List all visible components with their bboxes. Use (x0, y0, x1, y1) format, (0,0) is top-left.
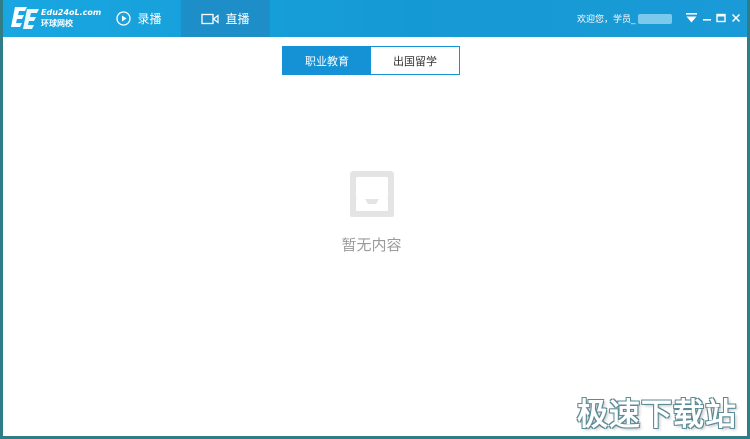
minimize-icon (703, 19, 711, 21)
video-camera-icon (201, 13, 220, 24)
empty-inbox-icon (350, 171, 394, 217)
title-bar: Edu24oL.com 环球网校 录播 直播 欢迎您，学员_ (3, 0, 747, 37)
play-circle-icon (116, 11, 132, 26)
tab-record-label: 录播 (137, 12, 162, 26)
logo-brand-text: 环球网校 (41, 19, 73, 28)
tab-live[interactable]: 直播 (181, 0, 270, 37)
username-redacted (637, 13, 672, 24)
dropdown-menu-icon (685, 13, 697, 23)
edu24ol-logo-icon (11, 7, 39, 29)
tab-live-label: 直播 (225, 12, 250, 26)
maximize-button[interactable] (715, 12, 727, 24)
category-switch: 职业教育 出国留学 (282, 46, 460, 75)
minimize-button[interactable] (701, 12, 713, 24)
app-logo: Edu24oL.com 环球网校 (11, 6, 101, 31)
close-icon (731, 13, 741, 23)
greeting-text: 欢迎您，学员_ (577, 15, 636, 25)
maximize-icon (716, 13, 726, 23)
logo-domain-text: Edu24oL.com (41, 8, 102, 17)
user-greeting: 欢迎您，学员_ (577, 0, 672, 37)
empty-state-message: 暂无内容 (341, 236, 402, 254)
watermark-text: 极速下载站 (577, 397, 737, 433)
segment-vocational[interactable]: 职业教育 (283, 47, 371, 74)
segment-abroad[interactable]: 出国留学 (371, 47, 459, 74)
close-button[interactable] (730, 12, 742, 24)
app-window: Edu24oL.com 环球网校 录播 直播 欢迎您，学员_ 职业教育 出国留学… (0, 0, 750, 439)
tab-record[interactable]: 录播 (99, 0, 179, 37)
menu-dropdown-button[interactable] (685, 12, 697, 24)
